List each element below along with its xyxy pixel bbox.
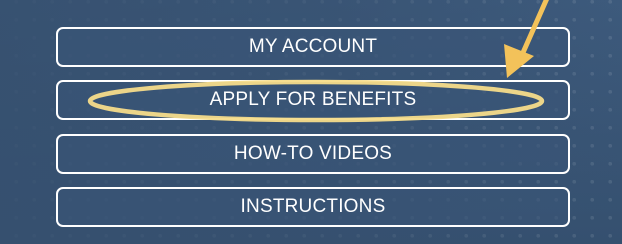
my-account-label: MY ACCOUNT (248, 36, 378, 57)
my-account-button[interactable]: MY ACCOUNT (56, 27, 570, 67)
instructions-label: INSTRUCTIONS (240, 196, 386, 217)
how-to-videos-button[interactable]: HOW-TO VIDEOS (56, 134, 570, 174)
apply-for-benefits-button[interactable]: APPLY FOR BENEFITS (56, 80, 570, 120)
instructions-button[interactable]: INSTRUCTIONS (56, 187, 570, 227)
benefits-menu-panel: MY ACCOUNT APPLY FOR BENEFITS HOW-TO VID… (0, 0, 622, 244)
apply-for-benefits-label: APPLY FOR BENEFITS (209, 89, 417, 110)
how-to-videos-label: HOW-TO VIDEOS (233, 143, 393, 164)
